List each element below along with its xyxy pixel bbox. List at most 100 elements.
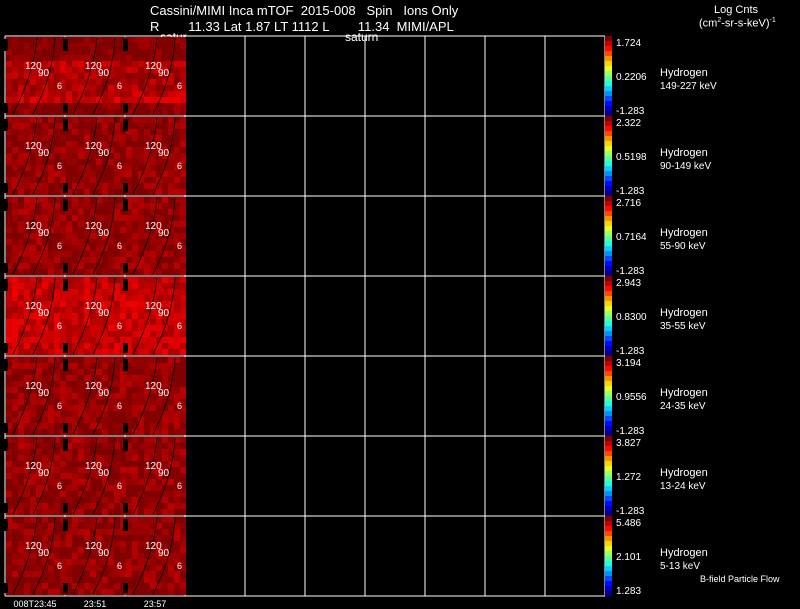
image-pixel xyxy=(180,289,186,295)
image-pixel xyxy=(144,449,150,455)
image-pixel xyxy=(84,43,90,49)
image-pixel xyxy=(126,559,132,565)
image-pixel xyxy=(150,251,156,257)
image-pixel xyxy=(84,583,90,589)
image-pixel xyxy=(168,337,174,343)
image-pixel xyxy=(114,369,120,375)
image-pixel xyxy=(42,423,48,429)
colorbar-segment xyxy=(605,391,612,397)
image-pixel xyxy=(78,159,84,165)
image-pixel xyxy=(6,153,12,159)
image-pixel xyxy=(102,301,108,307)
image-pixel xyxy=(132,147,138,153)
image-pixel xyxy=(108,183,114,189)
colorbar-max-label: 2.716 xyxy=(616,198,641,209)
image-pixel xyxy=(6,417,12,423)
image-pixel xyxy=(84,343,90,349)
image-pixel xyxy=(96,565,102,571)
colorbar-segment xyxy=(605,71,612,77)
image-pixel xyxy=(54,503,60,509)
image-pixel xyxy=(114,109,120,115)
image-pixel xyxy=(72,117,78,123)
image-pixel xyxy=(6,85,12,91)
image-pixel xyxy=(66,233,72,239)
image-pixel xyxy=(30,577,36,583)
image-pixel xyxy=(66,215,72,221)
image-pixel xyxy=(36,369,42,375)
colorbar-segment xyxy=(605,111,612,117)
image-pixel xyxy=(48,171,54,177)
image-pixel xyxy=(162,263,168,269)
image-pixel xyxy=(162,381,168,387)
corner-marker xyxy=(63,503,68,513)
image-pixel xyxy=(156,289,162,295)
image-pixel xyxy=(6,577,12,583)
image-pixel xyxy=(72,399,78,405)
image-pixel xyxy=(114,583,120,589)
image-pixel xyxy=(168,165,174,171)
image-pixel xyxy=(12,79,18,85)
image-pixel xyxy=(90,239,96,245)
image-pixel xyxy=(144,349,150,355)
image-pixel xyxy=(48,497,54,503)
image-pixel xyxy=(18,553,24,559)
image-pixel xyxy=(60,387,66,393)
colorbar-segment xyxy=(605,416,612,422)
image-pixel xyxy=(72,565,78,571)
image-pixel xyxy=(120,295,126,301)
image-pixel xyxy=(96,399,102,405)
image-pixel xyxy=(12,455,18,461)
image-pixel xyxy=(120,307,126,313)
image-pixel xyxy=(42,343,48,349)
image-pixel xyxy=(42,349,48,355)
image-pixel xyxy=(132,245,138,251)
image-pixel xyxy=(180,215,186,221)
image-pixel xyxy=(114,497,120,503)
image-pixel xyxy=(84,203,90,209)
colorbar-segment xyxy=(605,591,612,597)
image-pixel xyxy=(126,491,132,497)
image-pixel xyxy=(54,269,60,275)
image-pixel xyxy=(144,97,150,103)
image-pixel xyxy=(6,91,12,97)
image-pixel xyxy=(144,497,150,503)
image-pixel xyxy=(108,571,114,577)
image-pixel xyxy=(132,289,138,295)
image-pixel xyxy=(18,541,24,547)
image-pixel xyxy=(96,485,102,491)
image-pixel xyxy=(144,171,150,177)
image-pixel xyxy=(144,577,150,583)
image-pixel xyxy=(150,473,156,479)
colorbar-segment xyxy=(605,126,612,132)
image-pixel xyxy=(6,227,12,233)
spin-image-grid: 1209061209061209061.7240.2206-1.283Hydro… xyxy=(3,35,780,609)
image-pixel xyxy=(150,325,156,331)
image-pixel xyxy=(180,343,186,349)
image-pixel xyxy=(180,49,186,55)
image-pixel xyxy=(12,153,18,159)
image-pixel xyxy=(30,583,36,589)
image-pixel xyxy=(42,55,48,61)
image-pixel xyxy=(114,257,120,263)
colorbar-min-label: -1.283 xyxy=(616,506,645,517)
image-pixel xyxy=(66,547,72,553)
image-pixel xyxy=(84,411,90,417)
image-pixel xyxy=(36,85,42,91)
contour-label-6: 6 xyxy=(117,321,122,331)
corner-marker xyxy=(63,359,68,371)
image-pixel xyxy=(174,177,180,183)
image-pixel xyxy=(144,43,150,49)
image-pixel xyxy=(54,153,60,159)
image-pixel xyxy=(66,565,72,571)
image-pixel xyxy=(120,541,126,547)
colorbar-mid-label: 0.7164 xyxy=(616,232,647,243)
image-pixel xyxy=(72,289,78,295)
image-pixel xyxy=(114,529,120,535)
image-pixel xyxy=(54,393,60,399)
image-pixel xyxy=(126,73,132,79)
image-pixel xyxy=(66,177,72,183)
image-pixel xyxy=(162,189,168,195)
image-pixel xyxy=(102,129,108,135)
image-pixel xyxy=(150,103,156,109)
image-pixel xyxy=(30,337,36,343)
